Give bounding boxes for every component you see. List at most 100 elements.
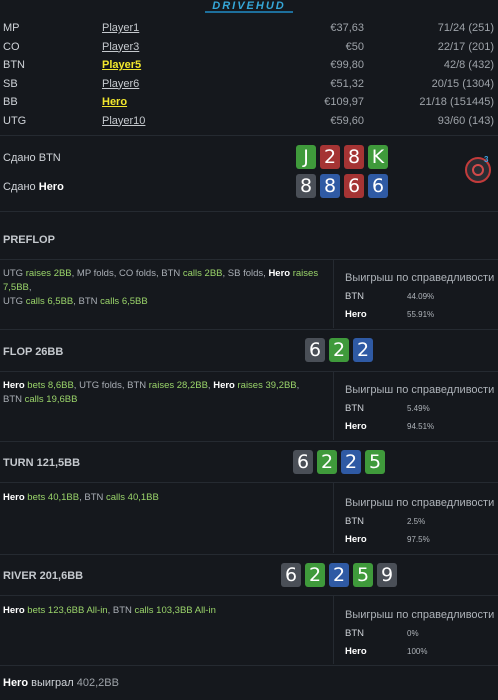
player-stats: 20/15 (1304)	[431, 77, 494, 90]
hero-hole-card: 8	[296, 174, 316, 198]
action-line: UTG calls 6,5BB, BTN calls 6,5BB	[3, 295, 333, 309]
river-actions: Hero bets 123,6BB All-in, BTN calls 103,…	[3, 604, 333, 618]
action-verb: bets	[24, 380, 48, 391]
action-verb: raises	[148, 380, 177, 391]
divider	[0, 371, 498, 372]
divider	[0, 595, 498, 596]
river-board-card: 9	[377, 563, 397, 587]
river-board-card: 2	[305, 563, 325, 587]
equity-btn-preflop: 44.09%	[407, 292, 435, 301]
divider	[0, 482, 498, 483]
player-position: BB	[3, 96, 18, 108]
player-row: MP Player1 €37,63 71/24 (251)	[0, 20, 498, 38]
action-line: Hero bets 40,1BB, BTN calls 40,1BB	[3, 491, 333, 505]
result-winner: Hero	[3, 677, 29, 689]
action-hero-name: Hero	[213, 380, 235, 391]
action-text: ,	[296, 380, 300, 391]
action-amount: 8,6BB	[47, 380, 74, 391]
flop-board-card: 6	[305, 338, 325, 362]
result-amount: 402,2BB	[76, 677, 119, 689]
hero-hole-card: 6	[344, 174, 364, 198]
logo-underline	[205, 11, 293, 13]
flop-actions: Hero bets 8,6BB, UTG folds, BTN raises 2…	[3, 379, 333, 407]
equity-label-hero: Hero	[345, 309, 367, 320]
action-amount: 2BB	[204, 268, 223, 279]
hero-hole-card: 8	[320, 174, 340, 198]
street-title-river: RIVER 201,6BB	[3, 570, 84, 582]
player-name-link[interactable]: Hero	[102, 96, 127, 108]
btn-hole-card: K	[368, 145, 388, 169]
divider	[0, 441, 498, 442]
player-stack: €50	[345, 40, 364, 53]
player-row: BB Hero €109,97 21/18 (151445)	[0, 94, 498, 112]
action-amount: 2BB	[53, 268, 72, 279]
action-amount: 19,6BB	[46, 394, 78, 405]
river-board-card: 5	[353, 563, 373, 587]
equity-label-hero: Hero	[345, 534, 367, 545]
equity-btn-flop: 5.49%	[407, 404, 430, 413]
equity-label-btn: BTN	[345, 516, 364, 527]
player-name-link[interactable]: Player6	[102, 78, 139, 90]
column-divider	[333, 372, 334, 440]
action-text: , UTG folds, BTN	[73, 380, 149, 391]
player-name-link[interactable]: Player5	[102, 59, 141, 71]
action-text: BTN	[3, 394, 25, 405]
dealt-hero-name: Hero	[38, 181, 64, 193]
equity-label-btn: BTN	[345, 403, 364, 414]
action-text: , BTN	[79, 492, 106, 503]
badge-inner-ring	[472, 164, 484, 176]
player-stats: 22/17 (201)	[437, 40, 494, 53]
action-amount: 103,3BB All-in	[156, 605, 216, 616]
player-name-link[interactable]: Player1	[102, 22, 139, 34]
equity-hero-river: 100%	[407, 647, 428, 656]
turn-actions: Hero bets 40,1BB, BTN calls 40,1BB	[3, 491, 333, 505]
player-position: UTG	[3, 114, 27, 127]
equity-btn-turn: 2.5%	[407, 517, 426, 526]
turn-board-card: 6	[293, 450, 313, 474]
action-hero-name: Hero	[3, 605, 25, 616]
action-line: UTG raises 2BB, MP folds, CO folds, BTN …	[3, 267, 333, 295]
equity-title-turn: Выигрыш по справедливости	[345, 497, 495, 509]
action-amount: 123,6BB All-in	[47, 605, 108, 616]
player-name-link[interactable]: Player3	[102, 41, 139, 53]
action-verb: calls	[100, 296, 122, 307]
badge-superscript: 3	[484, 155, 489, 164]
player-stack: €37,63	[330, 22, 364, 34]
action-line: Hero bets 123,6BB All-in, BTN calls 103,…	[3, 604, 333, 618]
action-amount: 40,1BB	[47, 492, 80, 503]
btn-hole-card: J	[296, 145, 316, 169]
equity-hero-turn: 97.5%	[407, 535, 430, 544]
player-position: BTN	[3, 59, 25, 71]
player-stats: 21/18 (151445)	[419, 96, 494, 108]
action-verb: calls	[182, 268, 205, 279]
equity-label-hero: Hero	[345, 646, 367, 657]
street-title-flop: FLOP 26BB	[3, 346, 64, 358]
preflop-actions: UTG raises 2BB, MP folds, CO folds, BTN …	[3, 267, 333, 309]
dealt-btn-label: Сдано BTN	[3, 152, 61, 164]
btn-hole-card: 8	[344, 145, 364, 169]
divider	[0, 329, 498, 330]
action-line: Hero bets 8,6BB, UTG folds, BTN raises 2…	[3, 379, 333, 393]
action-verb: bets	[24, 492, 48, 503]
action-text: , BTN	[107, 605, 135, 616]
column-divider	[333, 260, 334, 328]
player-stack: €51,32	[330, 77, 364, 90]
action-text: , MP folds, CO folds, BTN	[71, 268, 183, 279]
player-name-link[interactable]: Player10	[102, 115, 145, 127]
action-text: UTG	[3, 268, 24, 279]
action-hero-name: Hero	[3, 492, 25, 503]
result-verb: выиграл	[28, 677, 77, 689]
divider	[0, 554, 498, 555]
turn-board-card: 2	[341, 450, 361, 474]
turn-board-card: 5	[365, 450, 385, 474]
action-hero-name: Hero	[3, 380, 25, 391]
divider	[0, 259, 498, 260]
hand-result: Hero выиграл 402,2BB	[3, 677, 119, 689]
action-amount: 40,1BB	[127, 492, 159, 503]
action-verb: calls	[106, 492, 128, 503]
action-text: , SB folds,	[222, 268, 269, 279]
player-row: UTG Player10 €59,60 93/60 (143)	[0, 113, 498, 131]
omaha-game-icon[interactable]: 3	[465, 155, 491, 183]
divider	[0, 211, 498, 212]
action-amount: 6,5BB	[121, 296, 148, 307]
